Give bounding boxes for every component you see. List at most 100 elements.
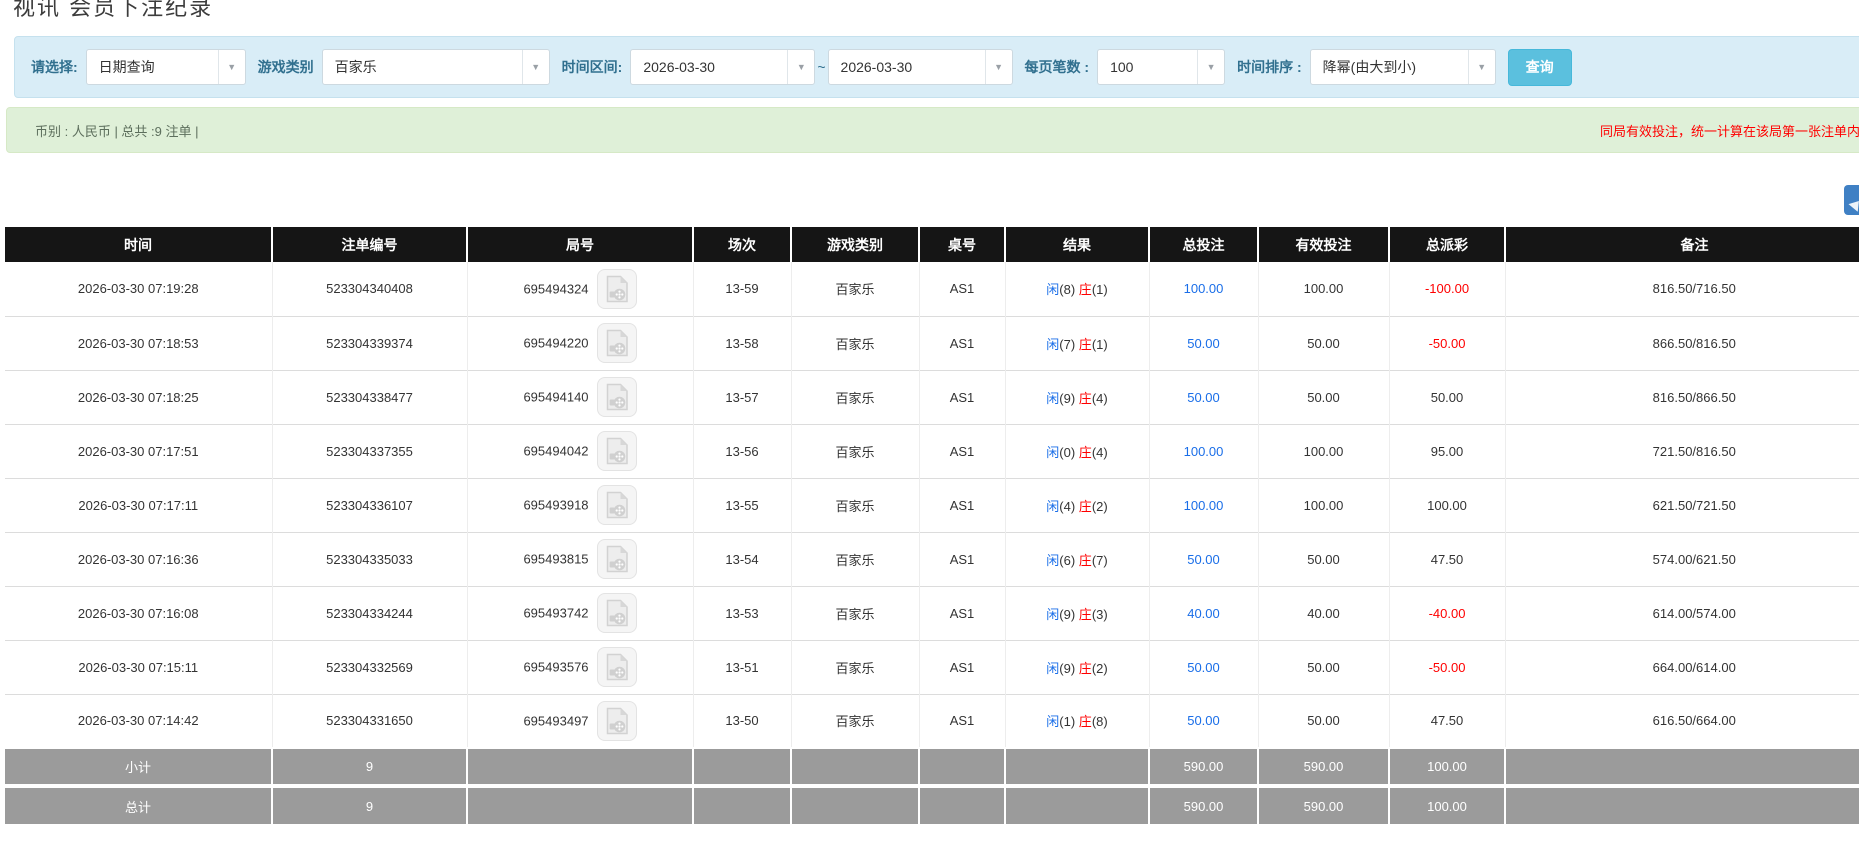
cell-time: 2026-03-30 07:17:11: [5, 477, 272, 532]
total-bet-amount[interactable]: 40.00: [1187, 606, 1220, 621]
total-bet-amount[interactable]: 100.00: [1184, 498, 1224, 513]
cell-bet-id: 523304339374: [271, 315, 467, 370]
date-range-label: 时间区间:: [561, 59, 623, 75]
game-type-select[interactable]: 百家乐 ▼: [321, 49, 550, 85]
chevron-down-icon[interactable]: ▼: [521, 50, 549, 84]
table-row: 2026-03-30 07:16:36 523304335033 695493815…: [5, 531, 1859, 586]
cell-session: 13-58: [692, 315, 791, 370]
result-player: 闲: [1046, 606, 1060, 622]
result-player: 闲: [1046, 336, 1060, 352]
result-banker: 庄: [1078, 714, 1092, 730]
subtotal-label: 小计: [5, 747, 272, 786]
cell-valid-bet: 50.00: [1257, 531, 1389, 586]
query-type-label: 请选择:: [31, 59, 78, 75]
notice-text: 同局有效投注，统一计算在该局第一张注单内 |: [1600, 123, 1859, 139]
page-size-label: 每页笔数 :: [1024, 59, 1090, 75]
column-header-total-bet: 总投注: [1148, 227, 1258, 262]
total-bet-amount[interactable]: 50.00: [1187, 336, 1220, 351]
result-banker: 庄: [1078, 444, 1092, 460]
total-bet-amount[interactable]: 100.00: [1184, 444, 1224, 459]
video-replay-button[interactable]: [596, 539, 637, 579]
cell-session: 13-54: [692, 531, 791, 586]
footer-empty-cell: [1004, 784, 1149, 824]
cell-game-type: 百家乐: [790, 262, 919, 316]
cell-round: 695494140: [466, 369, 693, 424]
round-number: 695493918: [523, 497, 589, 513]
video-replay-button[interactable]: [596, 268, 637, 309]
footer-empty-cell: [1504, 784, 1859, 824]
result-player-count: (4): [1059, 498, 1079, 514]
cell-result: 闲(9) 庄(3): [1004, 585, 1149, 640]
cell-game-type: 百家乐: [790, 639, 919, 694]
cell-round: 695494042: [466, 423, 693, 478]
result-player-count: (9): [1059, 390, 1079, 406]
result-banker: 庄: [1078, 660, 1092, 676]
video-replay-button[interactable]: [596, 485, 637, 525]
chevron-down-icon[interactable]: ▼: [1197, 50, 1224, 84]
footer-empty-cell: [1004, 747, 1149, 786]
cell-table: AS1: [918, 585, 1005, 640]
total-bet-amount[interactable]: 50.00: [1187, 552, 1220, 567]
cell-payout: 47.50: [1388, 693, 1505, 748]
total-bet-amount[interactable]: 50.00: [1187, 713, 1220, 728]
cell-round: 695493815: [466, 531, 693, 586]
column-header-round: 局号: [466, 227, 693, 262]
total-bet-amount[interactable]: 50.00: [1187, 390, 1220, 405]
query-type-select[interactable]: 日期查询 ▼: [85, 49, 246, 85]
result-player: 闲: [1046, 444, 1060, 460]
cell-session: 13-50: [692, 693, 791, 748]
cell-time: 2026-03-30 07:14:42: [5, 693, 272, 748]
video-replay-button[interactable]: [596, 700, 637, 741]
chevron-down-icon[interactable]: ▼: [787, 50, 814, 84]
cell-payout: -100.00: [1388, 262, 1505, 316]
result-player: 闲: [1046, 552, 1060, 568]
result-player-count: (6): [1059, 552, 1079, 568]
result-banker: 庄: [1078, 606, 1092, 622]
game-type-label: 游戏类别: [257, 59, 314, 75]
chevron-down-icon[interactable]: ▼: [217, 50, 245, 84]
table-row: 2026-03-30 07:14:42 523304331650 695493497…: [5, 693, 1859, 748]
cell-round: 695494220: [466, 315, 693, 370]
result-banker: 庄: [1078, 552, 1092, 568]
video-replay-button[interactable]: [596, 647, 637, 687]
date-to-select[interactable]: 2026-03-30 ▼: [827, 49, 1013, 85]
cell-payout: -50.00: [1388, 315, 1505, 370]
round-number: 695493497: [523, 713, 589, 729]
cell-game-type: 百家乐: [790, 315, 919, 370]
cell-total-bet: 50.00: [1148, 693, 1258, 748]
cell-total-bet: 50.00: [1148, 315, 1258, 370]
video-replay-button[interactable]: [596, 377, 637, 417]
search-button[interactable]: 查询: [1507, 48, 1572, 86]
page-size-select[interactable]: 100 ▼: [1097, 49, 1226, 85]
total-bet-amount[interactable]: 50.00: [1187, 660, 1220, 675]
video-replay-button[interactable]: [596, 431, 637, 471]
cell-round: 695493497: [466, 693, 693, 748]
cell-session: 13-53: [692, 585, 791, 640]
cell-total-bet: 50.00: [1148, 531, 1258, 586]
result-banker-count: (8): [1091, 714, 1108, 730]
cell-valid-bet: 40.00: [1257, 585, 1389, 640]
edge-button-icon: [1848, 197, 1859, 212]
column-header-game-type: 游戏类别: [790, 227, 919, 262]
cell-game-type: 百家乐: [790, 693, 919, 748]
query-type-value: 日期查询: [98, 59, 155, 75]
cell-payout: 47.50: [1388, 531, 1505, 586]
cell-table: AS1: [918, 262, 1005, 316]
table-row: 2026-03-30 07:17:51 523304337355 695494042…: [5, 423, 1859, 478]
date-to-value: 2026-03-30: [840, 59, 913, 75]
edge-action-button[interactable]: [1844, 185, 1859, 215]
sort-order-select[interactable]: 降幂(由大到小) ▼: [1309, 49, 1496, 85]
cell-session: 13-57: [692, 369, 791, 424]
video-replay-button[interactable]: [596, 323, 637, 363]
page-title: 视讯 会员下注纪录: [13, 0, 214, 20]
video-replay-button[interactable]: [596, 593, 637, 633]
cell-result: 闲(8) 庄(1): [1004, 262, 1149, 316]
round-number: 695494324: [523, 281, 589, 297]
date-from-select[interactable]: 2026-03-30 ▼: [630, 49, 816, 85]
chevron-down-icon[interactable]: ▼: [984, 50, 1012, 84]
cell-total-bet: 40.00: [1148, 585, 1258, 640]
chevron-down-icon[interactable]: ▼: [1467, 50, 1495, 84]
total-bet-amount[interactable]: 100.00: [1184, 281, 1224, 296]
cell-table: AS1: [918, 315, 1005, 370]
result-banker-count: (2): [1091, 660, 1108, 676]
